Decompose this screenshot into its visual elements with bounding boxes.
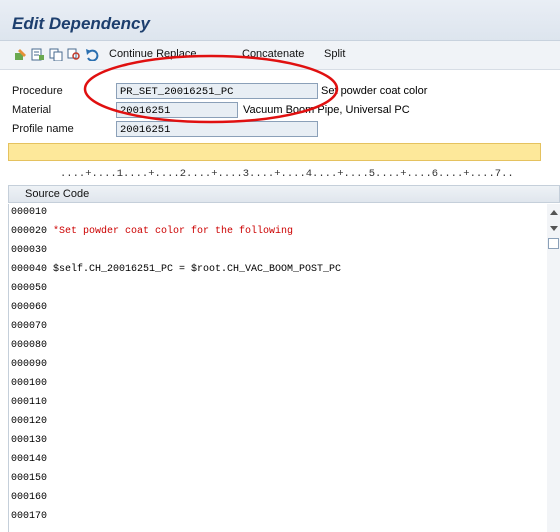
line-number: 000050 xyxy=(11,283,48,294)
line-number: 000130 xyxy=(11,435,48,446)
column-ruler: ....+....1....+....2....+....3....+....4… xyxy=(60,168,514,180)
line-number: 000030 xyxy=(11,245,48,256)
procedure-label: Procedure xyxy=(12,85,63,97)
page-title: Edit Dependency xyxy=(12,14,150,33)
header-form: Procedure PR_SET_20016251_PC Set powder … xyxy=(0,70,560,142)
split-button[interactable]: Split xyxy=(324,48,345,60)
scroll-down-icon[interactable] xyxy=(550,226,558,231)
line-number: 000040 xyxy=(11,264,48,275)
find-icon[interactable] xyxy=(67,48,81,61)
title-bar: Edit Dependency xyxy=(0,0,560,41)
line-number: 000010 xyxy=(11,207,48,218)
insert-line-icon[interactable] xyxy=(31,48,45,61)
source-code-header: Source Code xyxy=(8,185,560,203)
concatenate-button[interactable]: Concatenate xyxy=(242,48,304,60)
undo-icon[interactable] xyxy=(85,48,99,61)
material-label: Material xyxy=(12,104,52,116)
toolbar: Continue Replace Concatenate Split xyxy=(0,41,560,70)
line-number: 000020 xyxy=(11,226,48,237)
display-change-icon[interactable] xyxy=(14,48,28,61)
line-number: 000060 xyxy=(11,302,48,313)
source-code-editor[interactable]: 000010 000020 *Set powder coat color for … xyxy=(8,204,560,532)
procedure-description: Set powder coat color xyxy=(321,85,428,97)
line-number: 000100 xyxy=(11,378,48,389)
line-number: 000090 xyxy=(11,359,48,370)
material-field[interactable]: 20016251 xyxy=(116,102,238,118)
command-line-input[interactable] xyxy=(8,143,541,161)
line-code[interactable]: *Set powder coat color for the following xyxy=(53,225,293,239)
profile-name-label: Profile name xyxy=(12,123,74,135)
line-code[interactable]: $self.CH_20016251_PC = $root.CH_VAC_BOOM… xyxy=(53,263,341,277)
source-code-title: Source Code xyxy=(25,188,90,200)
vertical-scrollbar[interactable] xyxy=(547,204,560,532)
line-number: 000160 xyxy=(11,492,48,503)
continue-replace-button[interactable]: Continue Replace xyxy=(109,48,196,60)
copy-icon[interactable] xyxy=(49,48,63,61)
line-number: 000120 xyxy=(11,416,48,427)
line-number: 000070 xyxy=(11,321,48,332)
line-number: 000110 xyxy=(11,397,48,408)
line-number: 000170 xyxy=(11,511,48,522)
material-description: Vacuum Boom Pipe, Universal PC xyxy=(243,104,410,116)
profile-name-field[interactable]: 20016251 xyxy=(116,121,318,137)
line-number: 000140 xyxy=(11,454,48,465)
scroll-thumb[interactable] xyxy=(548,238,559,249)
line-number: 000150 xyxy=(11,473,48,484)
scroll-up-icon[interactable] xyxy=(550,210,558,215)
line-number: 000080 xyxy=(11,340,48,351)
procedure-field[interactable]: PR_SET_20016251_PC xyxy=(116,83,318,99)
